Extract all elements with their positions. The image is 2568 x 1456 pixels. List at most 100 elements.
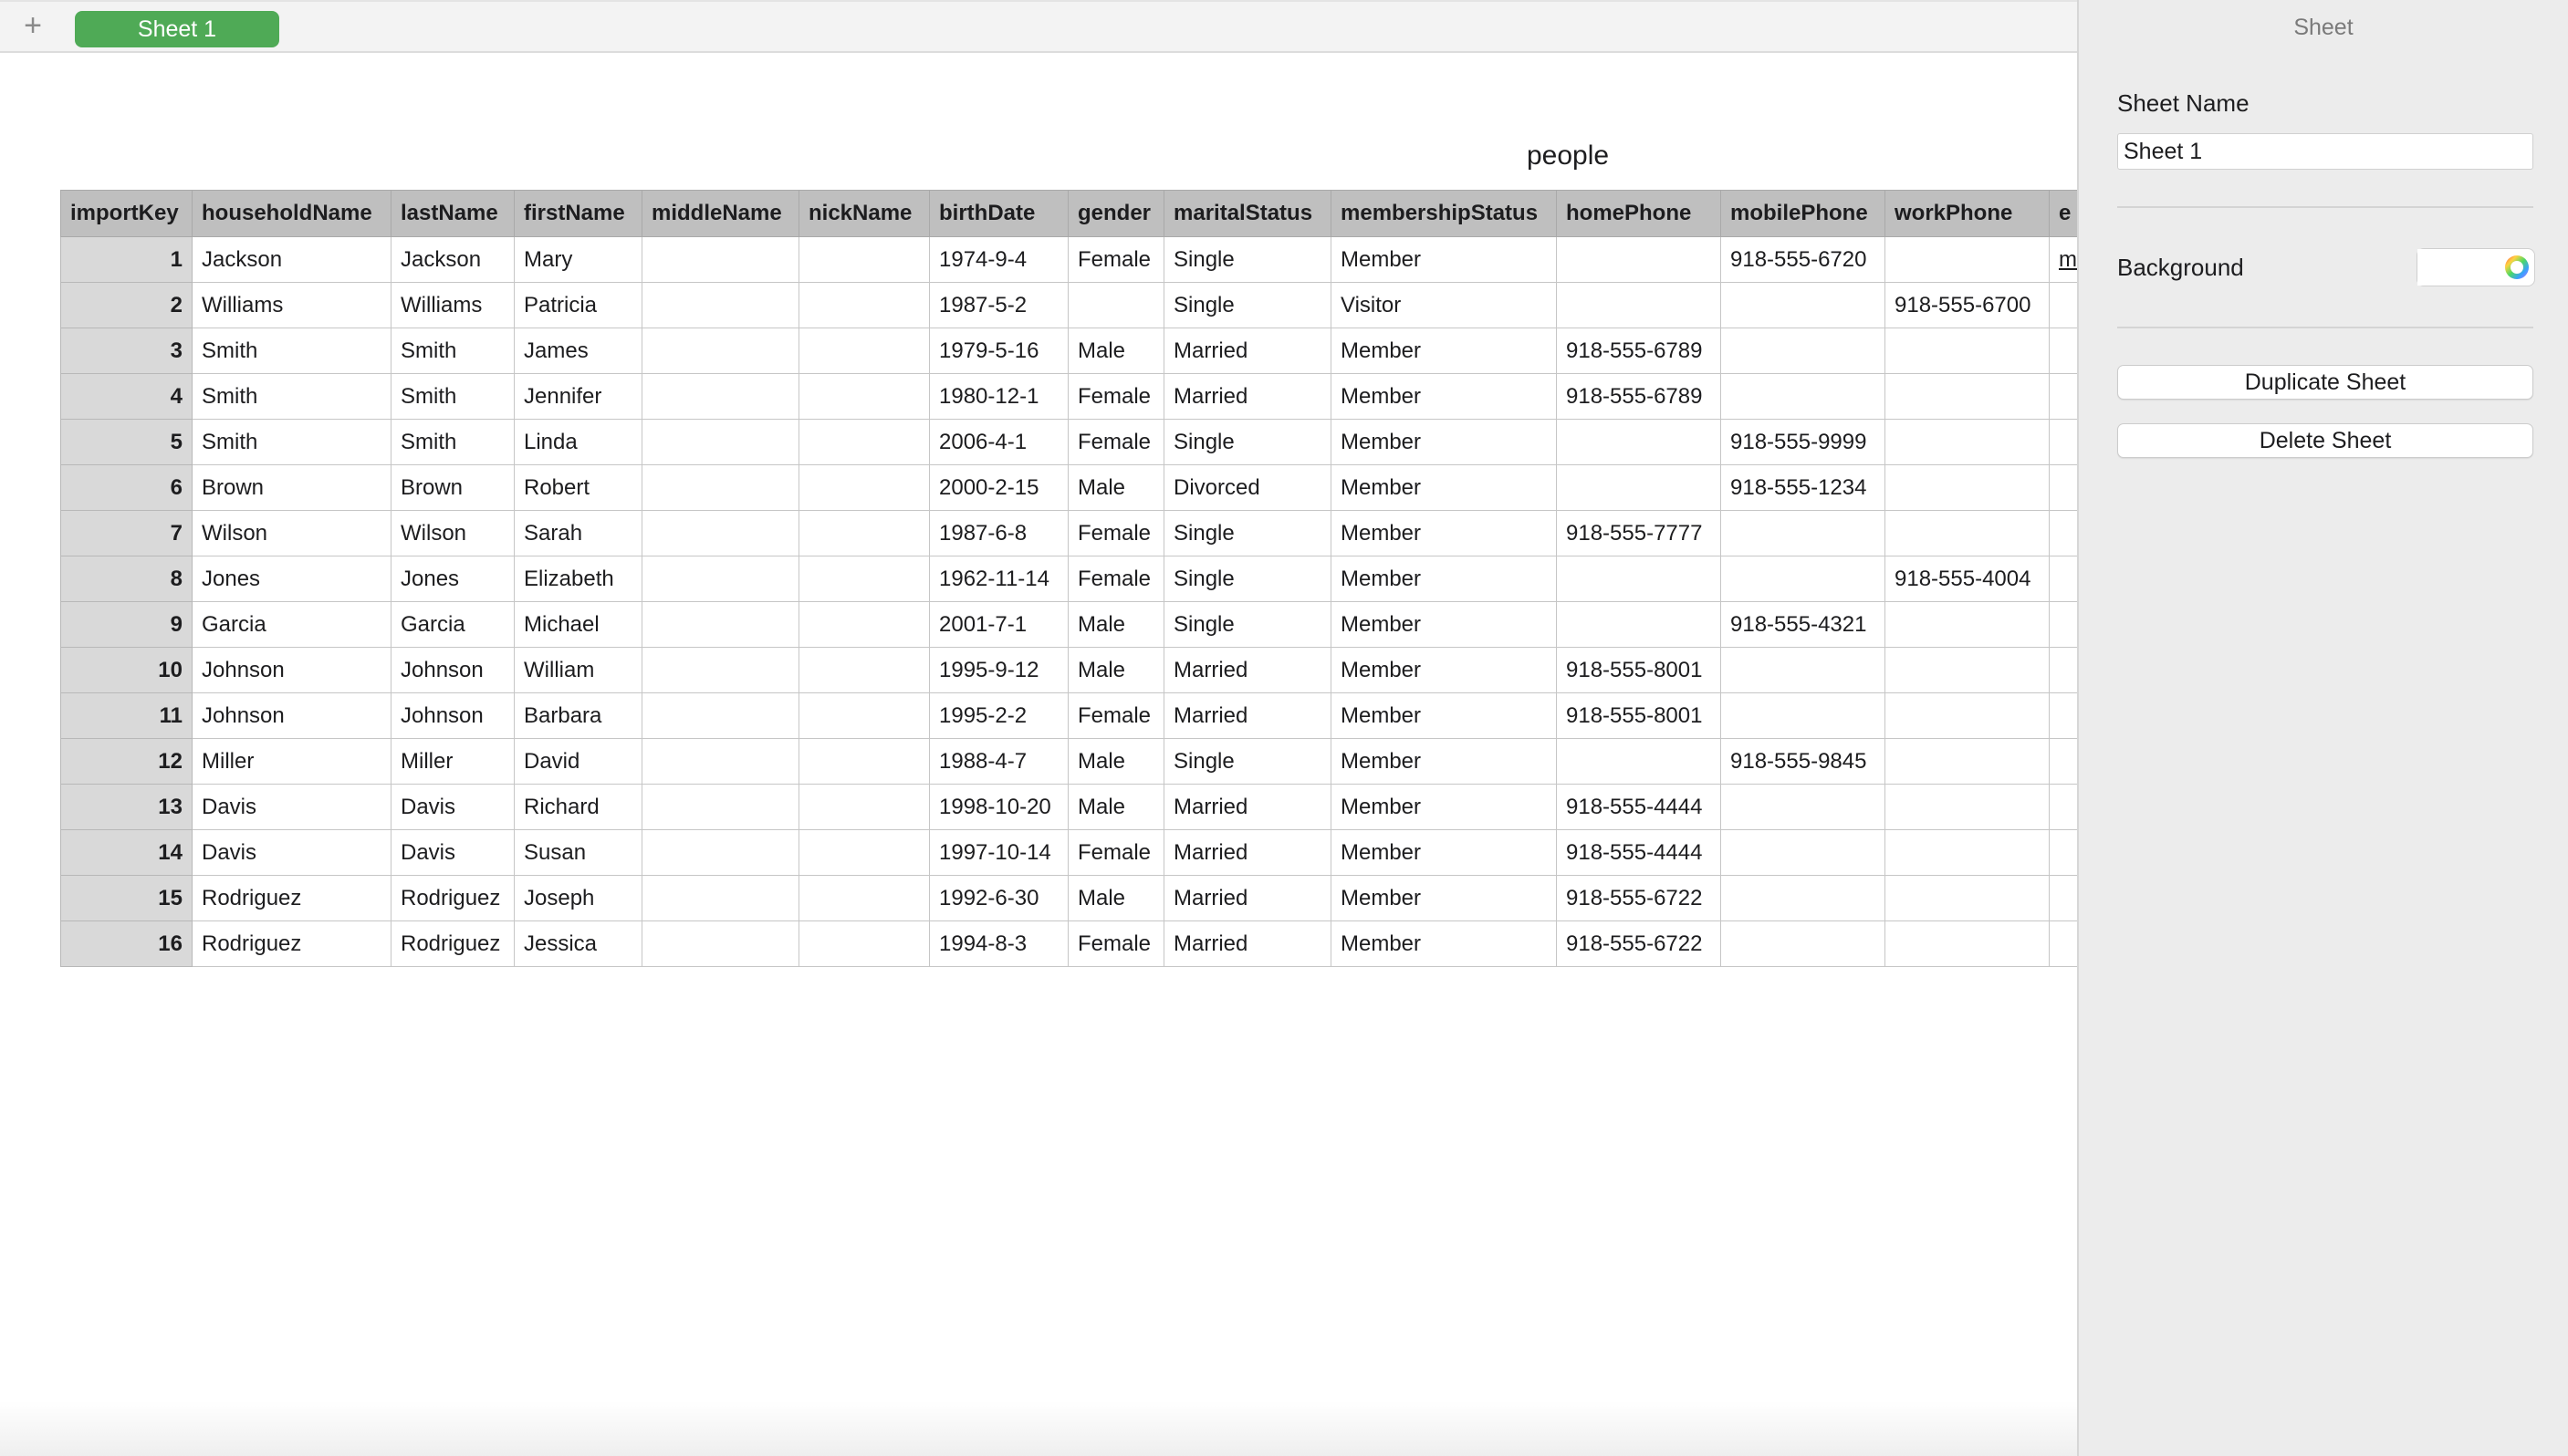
table-cell-workPhone[interactable]: [1884, 647, 2050, 693]
table-cell-email[interactable]: [2049, 510, 2077, 556]
row-key-cell[interactable]: 2: [60, 282, 193, 328]
table-cell-firstName[interactable]: James: [514, 328, 642, 374]
background-color-well[interactable]: [2417, 248, 2535, 286]
table-cell-mobilePhone[interactable]: [1720, 920, 1885, 967]
table-cell-gender[interactable]: Male: [1068, 784, 1164, 830]
table-cell-membershipStatus[interactable]: Member: [1331, 419, 1557, 465]
table-cell-membershipStatus[interactable]: Member: [1331, 510, 1557, 556]
table-cell-maritalStatus[interactable]: Single: [1164, 738, 1331, 785]
table-cell-membershipStatus[interactable]: Member: [1331, 236, 1557, 283]
column-header-gender[interactable]: gender: [1068, 190, 1164, 237]
table-cell-mobilePhone[interactable]: 918-555-6720: [1720, 236, 1885, 283]
table-cell-email[interactable]: [2049, 373, 2077, 420]
table-cell-birthDate[interactable]: 2006-4-1: [929, 419, 1069, 465]
table-cell-email[interactable]: [2049, 647, 2077, 693]
table-cell-homePhone[interactable]: [1556, 601, 1721, 648]
column-header-homePhone[interactable]: homePhone: [1556, 190, 1721, 237]
table-cell-middleName[interactable]: [642, 556, 799, 602]
table-cell-email[interactable]: [2049, 692, 2077, 739]
table-cell-workPhone[interactable]: [1884, 464, 2050, 511]
row-key-cell[interactable]: 3: [60, 328, 193, 374]
table-cell-birthDate[interactable]: 2000-2-15: [929, 464, 1069, 511]
column-header-importKey[interactable]: importKey: [60, 190, 193, 237]
table-cell-birthDate[interactable]: 2001-7-1: [929, 601, 1069, 648]
table-cell-lastName[interactable]: Smith: [391, 373, 515, 420]
table-cell-email[interactable]: [2049, 829, 2077, 876]
table-cell-householdName[interactable]: Miller: [192, 738, 391, 785]
table-cell-homePhone[interactable]: 918-555-4444: [1556, 829, 1721, 876]
duplicate-sheet-button[interactable]: Duplicate Sheet: [2117, 365, 2533, 400]
row-key-cell[interactable]: 7: [60, 510, 193, 556]
table-cell-nickName[interactable]: [799, 647, 930, 693]
table-cell-mobilePhone[interactable]: [1720, 692, 1885, 739]
row-key-cell[interactable]: 15: [60, 875, 193, 921]
table-cell-middleName[interactable]: [642, 464, 799, 511]
table-cell-firstName[interactable]: Joseph: [514, 875, 642, 921]
column-header-nickName[interactable]: nickName: [799, 190, 930, 237]
table-cell-gender[interactable]: Female: [1068, 373, 1164, 420]
table-cell-workPhone[interactable]: [1884, 738, 2050, 785]
table-cell-firstName[interactable]: Michael: [514, 601, 642, 648]
table-cell-maritalStatus[interactable]: Married: [1164, 373, 1331, 420]
table-cell-nickName[interactable]: [799, 875, 930, 921]
table-cell-membershipStatus[interactable]: Member: [1331, 464, 1557, 511]
table-cell-email[interactable]: [2049, 556, 2077, 602]
table-cell-lastName[interactable]: Smith: [391, 328, 515, 374]
table-cell-workPhone[interactable]: [1884, 601, 2050, 648]
table-cell-workPhone[interactable]: 918-555-6700: [1884, 282, 2050, 328]
table-cell-mobilePhone[interactable]: [1720, 282, 1885, 328]
table-cell-workPhone[interactable]: 918-555-4004: [1884, 556, 2050, 602]
table-cell-workPhone[interactable]: [1884, 829, 2050, 876]
table-cell-membershipStatus[interactable]: Member: [1331, 647, 1557, 693]
table-cell-email[interactable]: [2049, 875, 2077, 921]
table-cell-workPhone[interactable]: [1884, 236, 2050, 283]
table-cell-gender[interactable]: Male: [1068, 738, 1164, 785]
column-header-membershipStatus[interactable]: membershipStatus: [1331, 190, 1557, 237]
table-cell-middleName[interactable]: [642, 236, 799, 283]
table-cell-homePhone[interactable]: [1556, 236, 1721, 283]
table-cell-email[interactable]: m: [2049, 236, 2077, 283]
table-cell-maritalStatus[interactable]: Single: [1164, 419, 1331, 465]
table-cell-middleName[interactable]: [642, 875, 799, 921]
table-cell-firstName[interactable]: Mary: [514, 236, 642, 283]
table-cell-nickName[interactable]: [799, 829, 930, 876]
table-cell-maritalStatus[interactable]: Married: [1164, 784, 1331, 830]
table-cell-maritalStatus[interactable]: Married: [1164, 647, 1331, 693]
row-key-cell[interactable]: 9: [60, 601, 193, 648]
row-key-cell[interactable]: 10: [60, 647, 193, 693]
table-cell-homePhone[interactable]: 918-555-8001: [1556, 647, 1721, 693]
table-cell-householdName[interactable]: Rodriguez: [192, 875, 391, 921]
table-cell-middleName[interactable]: [642, 920, 799, 967]
table-cell-nickName[interactable]: [799, 419, 930, 465]
table-cell-firstName[interactable]: David: [514, 738, 642, 785]
table-cell-email[interactable]: [2049, 282, 2077, 328]
table-cell-lastName[interactable]: Jackson: [391, 236, 515, 283]
table-cell-workPhone[interactable]: [1884, 373, 2050, 420]
column-header-workPhone[interactable]: workPhone: [1884, 190, 2050, 237]
table-cell-lastName[interactable]: Johnson: [391, 692, 515, 739]
table-cell-householdName[interactable]: Davis: [192, 784, 391, 830]
table-cell-nickName[interactable]: [799, 556, 930, 602]
table-cell-nickName[interactable]: [799, 692, 930, 739]
table-cell-householdName[interactable]: Garcia: [192, 601, 391, 648]
table-cell-mobilePhone[interactable]: [1720, 784, 1885, 830]
table-cell-nickName[interactable]: [799, 373, 930, 420]
table-cell-membershipStatus[interactable]: Member: [1331, 601, 1557, 648]
row-key-cell[interactable]: 14: [60, 829, 193, 876]
table-cell-nickName[interactable]: [799, 738, 930, 785]
table-cell-householdName[interactable]: Wilson: [192, 510, 391, 556]
row-key-cell[interactable]: 11: [60, 692, 193, 739]
row-key-cell[interactable]: 13: [60, 784, 193, 830]
table-cell-homePhone[interactable]: [1556, 464, 1721, 511]
table-cell-gender[interactable]: Male: [1068, 464, 1164, 511]
table-cell-maritalStatus[interactable]: Single: [1164, 510, 1331, 556]
table-cell-maritalStatus[interactable]: Single: [1164, 236, 1331, 283]
table-cell-middleName[interactable]: [642, 510, 799, 556]
table-cell-mobilePhone[interactable]: [1720, 328, 1885, 374]
table-cell-birthDate[interactable]: 1995-2-2: [929, 692, 1069, 739]
table-cell-membershipStatus[interactable]: Visitor: [1331, 282, 1557, 328]
table-cell-workPhone[interactable]: [1884, 419, 2050, 465]
row-key-cell[interactable]: 16: [60, 920, 193, 967]
row-key-cell[interactable]: 5: [60, 419, 193, 465]
table-cell-householdName[interactable]: Smith: [192, 328, 391, 374]
